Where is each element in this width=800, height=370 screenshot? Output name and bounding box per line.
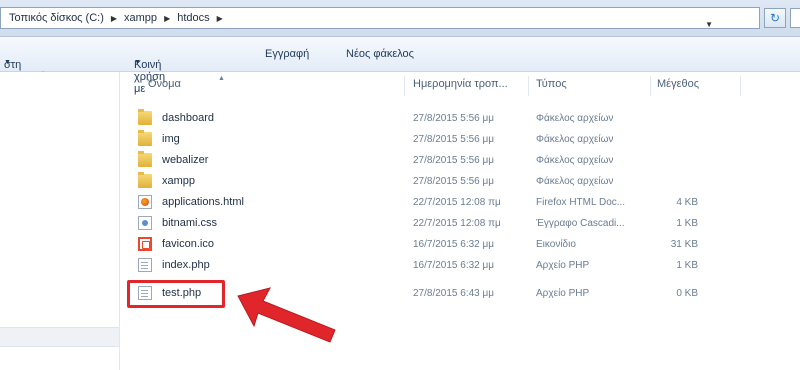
- column-header-date[interactable]: Ημερομηνία τροπ...: [413, 78, 508, 90]
- file-type: Αρχείο PHP: [536, 260, 590, 271]
- column-divider[interactable]: [404, 76, 405, 96]
- breadcrumb-separator-icon[interactable]: ▶: [106, 14, 122, 23]
- file-date: 27/8/2015 6:43 μμ: [413, 288, 495, 299]
- file-date: 16/7/2015 6:32 μμ: [413, 239, 495, 250]
- folder-icon: [138, 109, 152, 125]
- command-bar: στη βιβλιοθήκη ▼ Κοινή χρήση με ▼ Εγγραφ…: [0, 37, 800, 95]
- breadcrumb-local-disk[interactable]: Τοπικός δίσκος (C:): [7, 12, 106, 24]
- file-row-bitnami-css[interactable]: bitnami.css 22/7/2015 12:08 πμ Έγγραφο C…: [128, 213, 768, 234]
- file-type: Φάκελος αρχείων: [536, 134, 614, 145]
- address-bar[interactable]: Τοπικός δίσκος (C:) ▶ xampp ▶ htdocs ▶ ▼: [0, 7, 760, 29]
- file-date: 27/8/2015 5:56 μμ: [413, 113, 495, 124]
- firefox-html-icon: [138, 195, 152, 209]
- ico-file-icon: [138, 237, 152, 251]
- file-row-applications-html[interactable]: applications.html 22/7/2015 12:08 πμ Fir…: [128, 192, 768, 213]
- file-size: 4 KB: [676, 197, 698, 208]
- file-size: 0 KB: [676, 288, 698, 299]
- file-name: bitnami.css: [162, 217, 218, 229]
- column-divider[interactable]: [650, 76, 651, 96]
- file-name: img: [162, 133, 180, 145]
- file-name: dashboard: [162, 112, 214, 124]
- file-name: favicon.ico: [162, 238, 214, 250]
- column-divider[interactable]: [528, 76, 529, 96]
- column-header-type[interactable]: Τύπος: [536, 78, 567, 90]
- address-bar-area: Τοπικός δίσκος (C:) ▶ xampp ▶ htdocs ▶ ▼…: [0, 0, 800, 37]
- folder-icon: [138, 172, 152, 188]
- breadcrumb-xampp[interactable]: xampp: [122, 12, 159, 24]
- file-row-xampp[interactable]: xampp 27/8/2015 5:56 μμ Φάκελος αρχείων: [128, 171, 768, 192]
- column-header-name[interactable]: Όνομα: [148, 78, 181, 90]
- file-date: 27/8/2015 5:56 μμ: [413, 134, 495, 145]
- file-date: 27/8/2015 5:56 μμ: [413, 155, 495, 166]
- sort-up-icon: ▲: [218, 75, 225, 82]
- file-type: Αρχείο PHP: [536, 288, 590, 299]
- file-name: webalizer: [162, 154, 209, 166]
- file-size: 31 KB: [670, 239, 698, 250]
- file-name: index.php: [162, 259, 210, 271]
- navigation-pane[interactable]: [0, 72, 120, 370]
- file-row-dashboard[interactable]: dashboard 27/8/2015 5:56 μμ Φάκελος αρχε…: [128, 108, 768, 129]
- chevron-down-icon: ▼: [4, 59, 11, 66]
- column-header-size[interactable]: Μέγεθος: [657, 78, 699, 90]
- file-date: 22/7/2015 12:08 πμ: [413, 197, 501, 208]
- php-file-icon: [138, 258, 152, 272]
- chevron-down-icon: ▼: [134, 59, 141, 66]
- refresh-button[interactable]: ↻: [764, 8, 786, 28]
- file-row-favicon-ico[interactable]: favicon.ico 16/7/2015 6:32 μμ Εικονίδιο …: [128, 234, 768, 255]
- file-type: Firefox HTML Doc...: [536, 197, 626, 208]
- file-row-index-php[interactable]: index.php 16/7/2015 6:32 μμ Αρχείο PHP 1…: [128, 255, 768, 276]
- folder-icon: [138, 151, 152, 167]
- search-input[interactable]: [790, 8, 800, 28]
- file-row-webalizer[interactable]: webalizer 27/8/2015 5:56 μμ Φάκελος αρχε…: [128, 150, 768, 171]
- file-type: Φάκελος αρχείων: [536, 176, 614, 187]
- file-type: Φάκελος αρχείων: [536, 113, 614, 124]
- burn-button[interactable]: Εγγραφή: [265, 48, 309, 60]
- new-folder-button[interactable]: Νέος φάκελος: [346, 48, 414, 60]
- file-date: 22/7/2015 12:08 πμ: [413, 218, 501, 229]
- file-size: 1 KB: [676, 260, 698, 271]
- file-date: 27/8/2015 5:56 μμ: [413, 176, 495, 187]
- breadcrumb-htdocs[interactable]: htdocs: [175, 12, 211, 24]
- column-divider[interactable]: [740, 76, 741, 96]
- navigation-selected-item[interactable]: [0, 327, 119, 347]
- folder-icon: [138, 130, 152, 146]
- breadcrumb-separator-icon[interactable]: ▶: [159, 14, 175, 23]
- file-row-img[interactable]: img 27/8/2015 5:56 μμ Φάκελος αρχείων: [128, 129, 768, 150]
- file-size: 1 KB: [676, 218, 698, 229]
- css-file-icon: [138, 216, 152, 230]
- file-type: Εικονίδιο: [536, 239, 576, 250]
- refresh-icon: ↻: [769, 11, 781, 25]
- address-dropdown-icon[interactable]: ▼: [705, 20, 713, 29]
- file-type: Φάκελος αρχείων: [536, 155, 614, 166]
- file-name: applications.html: [162, 196, 244, 208]
- file-name: xampp: [162, 175, 196, 187]
- highlight-box: [127, 280, 225, 308]
- file-date: 16/7/2015 6:32 μμ: [413, 260, 495, 271]
- breadcrumb-separator-icon[interactable]: ▶: [212, 14, 228, 23]
- file-type: Έγγραφο Cascadi...: [536, 218, 625, 229]
